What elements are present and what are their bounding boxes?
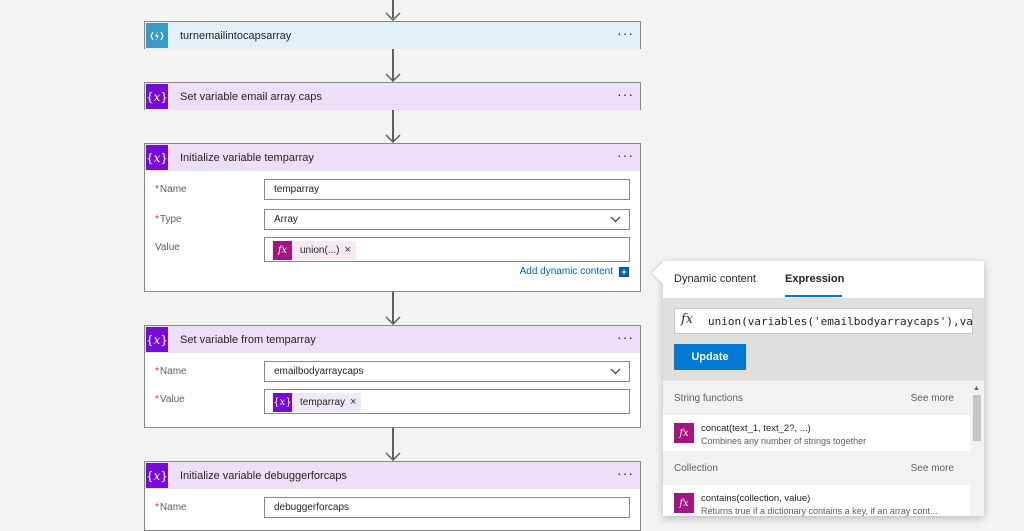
value-field[interactable]: fx union(...) ×	[264, 237, 630, 262]
remove-token-icon[interactable]: ×	[344, 241, 356, 260]
update-button[interactable]: Update	[674, 344, 746, 370]
step-title: Initialize variable temparray	[180, 151, 314, 164]
variable-icon: {x}	[146, 327, 168, 352]
type-dropdown[interactable]: Array	[264, 209, 630, 230]
name-label: *Name	[155, 366, 187, 377]
dynamic-content-panel: Dynamic content Expression fx union(vari…	[651, 261, 984, 516]
section-title: String functions	[674, 393, 743, 404]
more-options-icon[interactable]: ···	[617, 466, 634, 480]
connector-arrow	[385, 428, 401, 461]
more-options-icon[interactable]: ···	[617, 26, 634, 40]
name-dropdown[interactable]: emailbodyarraycaps	[264, 361, 630, 382]
step-header[interactable]: {x} Set variable from temparray ···	[145, 326, 640, 353]
function-icon: fx	[681, 312, 694, 327]
step-body: *Name emailbodyarraycaps *Value {x} temp…	[145, 353, 640, 428]
step-card[interactable]: {x} Set variable from temparray ··· *Nam…	[144, 325, 641, 428]
plus-icon: +	[619, 266, 629, 277]
panel-tabs: Dynamic content Expression	[663, 261, 984, 298]
scroll-up-icon[interactable]: ▲	[973, 385, 980, 392]
step-title: Set variable from temparray	[180, 333, 316, 346]
function-name: contains(collection, value)	[701, 493, 811, 504]
function-icon: fx	[273, 241, 292, 260]
expression-editor: fx union(variables('emailbodyarraycaps')…	[663, 298, 984, 381]
function-item[interactable]: fx contains(collection, value) Returns t…	[663, 485, 970, 516]
name-label: *Name	[155, 502, 187, 513]
tab-dynamic-content[interactable]: Dynamic content	[674, 273, 756, 285]
expression-input[interactable]: fx union(variables('emailbodyarraycaps')…	[674, 308, 973, 334]
step-card[interactable]: {x} Initialize variable temparray ··· *N…	[144, 143, 641, 292]
function-list: String functions See more fx concat(text…	[663, 381, 970, 516]
connector-arrow	[385, 292, 401, 325]
expression-text: union(variables('emailbodyarraycaps'),va	[708, 315, 973, 328]
step-header[interactable]: {x} Set variable email array caps ···	[145, 83, 640, 110]
connector-arrow	[385, 49, 401, 82]
step-card[interactable]: {x} Initialize variable debuggerforcaps …	[144, 461, 641, 531]
connector-arrow	[385, 0, 401, 21]
value-label: Value	[155, 242, 180, 253]
more-options-icon[interactable]: ···	[617, 148, 634, 162]
step-header[interactable]: {x} Initialize variable temparray ···	[145, 144, 640, 171]
variable-icon: {x}	[146, 463, 168, 488]
see-more-link[interactable]: See more	[911, 463, 954, 474]
function-description: Returns true if a dictionary contains a …	[701, 506, 938, 516]
value-label: *Value	[155, 394, 185, 405]
more-options-icon[interactable]: ···	[617, 330, 634, 344]
function-icon: fx	[674, 423, 694, 443]
variable-token[interactable]: {x} temparray ×	[273, 393, 362, 412]
expression-token[interactable]: fx union(...) ×	[273, 241, 356, 260]
section-collection: Collection See more	[663, 451, 970, 485]
step-body: *Name debuggerforcaps	[145, 489, 640, 531]
step-header[interactable]: turnemailintocapsarray ···	[145, 22, 640, 49]
connector-arrow	[385, 110, 401, 143]
function-name: concat(text_1, text_2?, ...)	[701, 423, 811, 434]
variable-icon: {x}	[146, 84, 168, 109]
function-icon: fx	[674, 493, 694, 513]
step-body: *Name temparray *Type Array Value fx uni…	[145, 171, 640, 292]
tab-expression[interactable]: Expression	[785, 273, 844, 285]
lightning-bolt-icon	[146, 23, 168, 48]
chevron-down-icon	[610, 216, 621, 223]
section-title: Collection	[674, 463, 718, 474]
scrollbar[interactable]: ▲	[970, 381, 984, 516]
section-string-functions: String functions See more	[663, 381, 970, 415]
name-label: *Name	[155, 184, 187, 195]
name-field[interactable]: temparray	[264, 179, 630, 200]
active-tab-indicator	[785, 295, 842, 297]
value-field[interactable]: {x} temparray ×	[264, 389, 630, 414]
see-more-link[interactable]: See more	[911, 393, 954, 404]
type-label: *Type	[155, 214, 182, 225]
add-dynamic-content-link[interactable]: Add dynamic content +	[520, 266, 629, 277]
chevron-down-icon	[610, 368, 621, 375]
step-card[interactable]: {x} Set variable email array caps ···	[144, 82, 641, 110]
step-title: Set variable email array caps	[180, 90, 322, 103]
variable-icon: {x}	[146, 145, 168, 170]
step-title: Initialize variable debuggerforcaps	[180, 469, 347, 482]
remove-token-icon[interactable]: ×	[350, 393, 362, 412]
function-description: Combines any number of strings together	[701, 436, 867, 446]
function-item[interactable]: fx concat(text_1, text_2?, ...) Combines…	[663, 415, 970, 451]
step-card[interactable]: turnemailintocapsarray ···	[144, 21, 641, 49]
name-field[interactable]: debuggerforcaps	[264, 497, 630, 518]
step-title: turnemailintocapsarray	[180, 29, 292, 42]
variable-icon: {x}	[273, 393, 292, 412]
step-header[interactable]: {x} Initialize variable debuggerforcaps …	[145, 462, 640, 489]
more-options-icon[interactable]: ···	[617, 87, 634, 101]
scrollbar-thumb[interactable]	[973, 395, 981, 441]
